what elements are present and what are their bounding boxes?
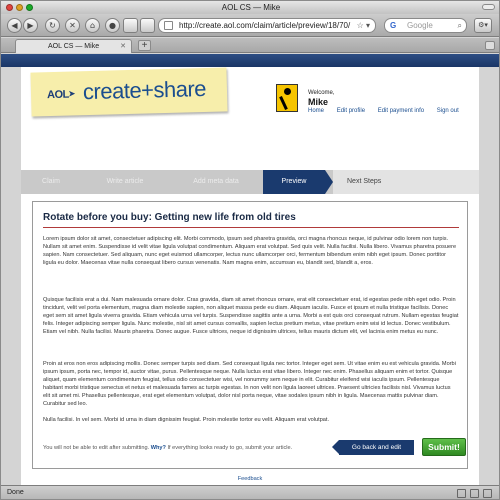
search-icon[interactable]: ⌕ [458,19,462,32]
tab-bar: AOL CS — Mike ✕ + [1,38,499,53]
site-identity-icon[interactable] [164,21,173,30]
status-text: Done [7,489,24,496]
sign-out-link[interactable]: Sign out [437,108,459,114]
security-icon[interactable] [470,489,479,498]
article-paragraph: Nulla facilisi. In vel sem. Morbi id urn… [43,417,330,423]
browser-toolbar: ◀ ▶ ↻ ✕ ⌂ ● http://create.aol.com/claim/… [1,14,499,37]
brand-name: create+share [82,75,207,105]
submit-note: You will not be able to edit after submi… [43,445,292,451]
home-icon[interactable]: ⌂ [85,18,100,33]
resize-grip-icon[interactable] [483,489,492,498]
search-placeholder: Google [407,21,433,30]
step-arrow [325,170,333,194]
welcome-text: Welcome, [308,90,335,96]
reload-icon[interactable]: ↻ [45,18,60,33]
article-paragraph: Proin at eros non eros adipiscing mollis… [43,361,456,407]
status-bar: Done [1,485,499,499]
forward-arrow-icon[interactable]: ▶ [23,18,38,33]
site-logo[interactable]: AOL ➤ create+share [30,67,228,117]
action-menu-icon[interactable]: ⚙▾ [474,18,492,33]
why-link[interactable]: Why? [151,445,166,451]
step-next-steps: Next Steps [333,170,479,194]
aol-mark-icon: ➤ [67,89,76,100]
avatar[interactable] [276,84,298,112]
tab-list-button[interactable] [485,41,495,50]
window-controls [6,4,33,11]
address-bar[interactable]: http://create.aol.com/claim/article/prev… [158,18,376,33]
bookmark-star-icon[interactable]: ☆ ▾ [357,19,370,32]
addon-icon[interactable] [140,18,155,33]
history-icon[interactable]: ● [105,18,120,33]
bookmark-icon[interactable] [123,18,138,33]
tab-aol-cs[interactable]: AOL CS — Mike ✕ [15,39,132,53]
article-preview: Rotate before you buy: Getting new life … [32,201,468,469]
submit-note-before: You will not be able to edit after submi… [43,445,150,451]
step-navigation: Claim Write article Add meta data Previe… [21,170,479,194]
stop-icon[interactable]: ✕ [65,18,80,33]
username: Mike [308,97,329,107]
title-divider [43,227,459,228]
window-title: AOL CS — Mike [221,3,281,12]
user-links: Home Edit profile Edit payment info Sign… [308,108,470,114]
submit-button[interactable]: Submit! [422,438,466,456]
search-input[interactable]: G Google ⌕ [384,18,467,33]
article-paragraph: Quisque facilisis erat a dui. Nam malesu… [43,297,459,335]
top-banner [1,54,499,67]
feedback-link[interactable]: Feedback [21,476,479,482]
step-preview: Preview [263,170,325,194]
zoom-window-button[interactable] [26,4,33,11]
article-title: Rotate before you buy: Getting new life … [43,212,296,223]
page-container: AOL ➤ create+share Welcome, Mike Home Ed… [21,67,479,485]
new-tab-button[interactable]: + [138,40,151,51]
toolbar-toggle-button[interactable] [482,4,495,10]
page-viewport: AOL ➤ create+share Welcome, Mike Home Ed… [1,54,499,485]
tab-label: AOL CS — Mike [48,43,100,50]
edit-profile-link[interactable]: Edit profile [337,108,365,114]
title-bar: AOL CS — Mike [1,1,499,14]
step-add-meta-data[interactable]: Add meta data [169,170,263,194]
article-paragraph: Lorem ipsum dolor sit amet, consectetuer… [43,236,457,266]
close-tab-icon[interactable]: ✕ [120,40,126,53]
step-claim[interactable]: Claim [21,170,81,194]
aol-logo: AOL [46,88,69,102]
home-link[interactable]: Home [308,108,324,114]
close-window-button[interactable] [6,4,13,11]
edit-payment-link[interactable]: Edit payment info [378,108,424,114]
addon-bar-icon[interactable] [457,489,466,498]
url-text: http://create.aol.com/claim/article/prev… [179,21,351,30]
go-back-edit-button[interactable]: Go back and edit [332,440,414,455]
minimize-window-button[interactable] [16,4,23,11]
back-arrow-icon[interactable]: ◀ [7,18,22,33]
google-icon[interactable]: G [390,19,396,32]
browser-window: AOL CS — Mike ◀ ▶ ↻ ✕ ⌂ ● http://create.… [0,0,500,500]
step-write-article[interactable]: Write article [81,170,169,194]
submit-note-after: If everything looks ready to go, submit … [167,445,293,451]
